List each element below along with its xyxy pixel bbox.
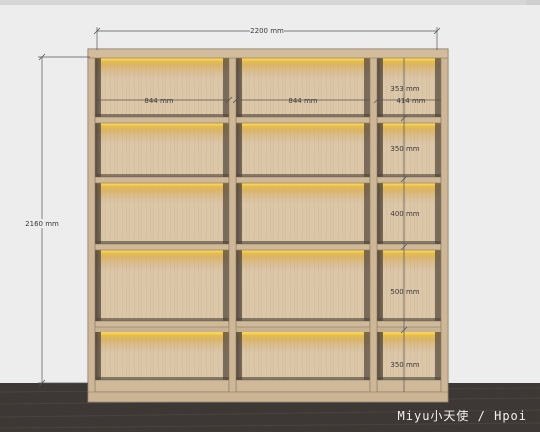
- led-glow: [377, 123, 441, 145]
- led-strip: [101, 123, 223, 126]
- shelf: [376, 243, 442, 251]
- shelf: [376, 379, 442, 393]
- led-glow: [95, 250, 229, 272]
- led-strip: [383, 58, 435, 61]
- compartment: [95, 183, 229, 244]
- side-panel-left: [87, 48, 96, 403]
- compartment: [236, 58, 370, 117]
- led-strip: [101, 183, 223, 186]
- led-strip: [242, 123, 364, 126]
- bay-middle-width-label: 844 mm: [288, 97, 317, 105]
- side-panel-right: [440, 48, 449, 403]
- shelf: [376, 320, 442, 328]
- led-glow: [377, 250, 441, 272]
- shelf: [235, 320, 371, 328]
- compartment: [95, 58, 229, 117]
- watermark: Miyu小天使 / Hpoi: [398, 408, 527, 423]
- compartment: [377, 332, 441, 380]
- shelf: [94, 176, 230, 184]
- base-plinth: [87, 391, 449, 403]
- led-strip: [101, 250, 223, 253]
- led-strip: [101, 332, 223, 335]
- shelf: [235, 116, 371, 124]
- shelf-gap-1-label: 353 mm: [390, 85, 419, 93]
- shelf: [94, 320, 230, 328]
- led-glow: [236, 123, 370, 145]
- led-strip: [101, 58, 223, 61]
- led-glow: [95, 58, 229, 80]
- shelf: [235, 176, 371, 184]
- led-strip: [242, 183, 364, 186]
- total-width-label: 2200 mm: [250, 27, 284, 35]
- shelf-gap-5-label: 350 mm: [390, 361, 419, 369]
- top-bar: [0, 0, 540, 5]
- compartment: [95, 332, 229, 380]
- render-canvas: 2200 mm 2160 mm 844 mm 844 mm 414 mm 353…: [0, 0, 540, 432]
- divider-panel-1: [228, 48, 237, 403]
- shelf-gap-3-label: 400 mm: [390, 210, 419, 218]
- led-strip: [383, 332, 435, 335]
- led-glow: [377, 332, 441, 354]
- bookcase-render: 2200 mm 2160 mm 844 mm 844 mm 414 mm 353…: [0, 0, 540, 432]
- led-glow: [236, 250, 370, 272]
- led-strip: [242, 250, 364, 253]
- led-strip: [383, 183, 435, 186]
- led-strip: [383, 123, 435, 126]
- shelf-gap-2-label: 350 mm: [390, 145, 419, 153]
- compartment: [236, 123, 370, 177]
- compartment: [95, 250, 229, 321]
- led-glow: [95, 332, 229, 354]
- shelf: [235, 243, 371, 251]
- divider-panel-2: [369, 48, 378, 403]
- compartment: [236, 250, 370, 321]
- led-glow: [377, 58, 441, 80]
- led-strip: [242, 332, 364, 335]
- shelf: [94, 379, 230, 393]
- led-glow: [377, 183, 441, 205]
- compartment: [377, 250, 441, 321]
- led-strip: [383, 250, 435, 253]
- shelf: [376, 116, 442, 124]
- bay-left-width-label: 844 mm: [144, 97, 173, 105]
- shelf: [235, 379, 371, 393]
- compartment: [95, 123, 229, 177]
- led-strip: [242, 58, 364, 61]
- shelf: [376, 176, 442, 184]
- led-glow: [95, 123, 229, 145]
- shelf: [94, 116, 230, 124]
- total-height-label: 2160 mm: [25, 220, 59, 228]
- top-panel: [87, 48, 449, 59]
- led-glow: [236, 58, 370, 80]
- led-glow: [95, 183, 229, 205]
- bookcase: [87, 48, 449, 403]
- led-glow: [236, 183, 370, 205]
- compartment: [236, 332, 370, 380]
- led-glow: [236, 332, 370, 354]
- shelf-gap-4-label: 500 mm: [390, 288, 419, 296]
- compartment: [236, 183, 370, 244]
- bay-right-width-label: 414 mm: [396, 97, 425, 105]
- shelf: [94, 243, 230, 251]
